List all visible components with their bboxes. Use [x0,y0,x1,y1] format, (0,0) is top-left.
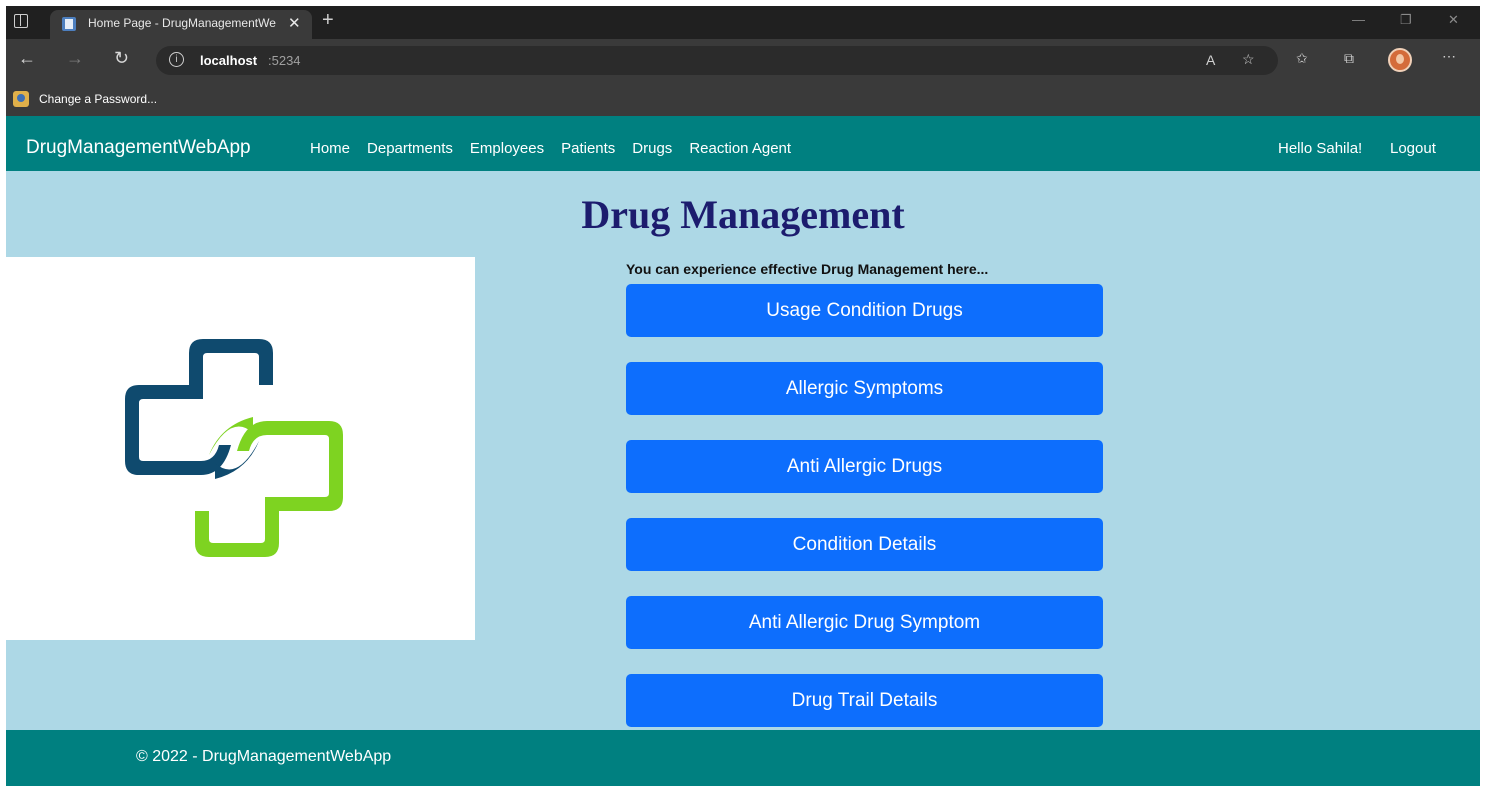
drug-trail-details-button[interactable]: Drug Trail Details [626,674,1103,727]
refresh-icon[interactable]: ↻ [114,48,129,69]
logout-link[interactable]: Logout [1390,140,1436,157]
allergic-symptoms-button[interactable]: Allergic Symptoms [626,362,1103,415]
tagline: You can experience effective Drug Manage… [626,261,989,277]
nav-link-home[interactable]: Home [310,140,350,157]
minimize-icon[interactable]: — [1352,12,1365,27]
address-bar-row: ← → ↻ i localhost :5234 A ☆ ✩ ⧉ ⋯ [6,39,1480,83]
read-aloud-icon[interactable]: A [1206,52,1215,68]
more-options-icon[interactable]: ⋯ [1442,48,1456,65]
restore-icon[interactable]: ❐ [1400,12,1412,28]
url-host: localhost [200,53,258,68]
anti-allergic-drugs-button[interactable]: Anti Allergic Drugs [626,440,1103,493]
medical-cross-logo-icon [125,339,343,557]
condition-details-button[interactable]: Condition Details [626,518,1103,571]
nav-link-patients[interactable]: Patients [561,140,615,157]
site-info-icon[interactable]: i [169,52,184,67]
favorite-link-change-password[interactable]: Change a Password... [39,92,157,106]
brand-link[interactable]: DrugManagementWebApp [26,137,251,159]
back-icon[interactable]: ← [18,48,36,69]
tab-close-icon[interactable]: ✕ [288,14,301,32]
site-footer: © 2022 - DrugManagementWebApp [6,730,1480,786]
favorites-bar: Change a Password... [6,83,1480,116]
add-favorite-icon[interactable]: ☆ [1242,51,1255,68]
logo-panel [6,257,475,640]
page-title: Drug Management [581,192,905,237]
tab-strip: Home Page - DrugManagementWe ✕ + — ❐ ✕ [6,6,1480,39]
usage-condition-drugs-button[interactable]: Usage Condition Drugs [626,284,1103,337]
favorites-icon[interactable]: ✩ [1296,50,1308,67]
close-window-icon[interactable]: ✕ [1448,12,1459,28]
user-greeting[interactable]: Hello Sahila! [1278,140,1362,157]
anti-allergic-drug-symptom-button[interactable]: Anti Allergic Drug Symptom [626,596,1103,649]
forward-icon[interactable]: → [66,48,84,69]
site-navbar: DrugManagementWebApp Home Departments Em… [6,116,1480,171]
nav-link-reaction-agent[interactable]: Reaction Agent [689,140,791,157]
collections-icon[interactable]: ⧉ [1344,50,1354,67]
new-tab-icon[interactable]: + [322,9,334,32]
nav-link-employees[interactable]: Employees [470,140,544,157]
page-favicon-icon [62,17,76,31]
profile-avatar[interactable] [1388,48,1412,72]
favorite-link-icon [13,91,29,107]
url-field[interactable]: i localhost :5234 A ☆ [156,46,1278,75]
tab-actions-icon[interactable] [14,14,28,28]
nav-link-departments[interactable]: Departments [367,140,453,157]
web-page: DrugManagementWebApp Home Departments Em… [6,116,1480,786]
nav-link-drugs[interactable]: Drugs [632,140,672,157]
copyright-text: © 2022 - DrugManagementWebApp [136,748,392,765]
nav-links: Home Departments Employees Patients Drug… [310,140,808,157]
browser-window: Home Page - DrugManagementWe ✕ + — ❐ ✕ ←… [6,6,1480,116]
browser-tab[interactable]: Home Page - DrugManagementWe ✕ [50,10,312,39]
url-port: :5234 [268,53,301,68]
tab-title: Home Page - DrugManagementWe [88,16,276,30]
